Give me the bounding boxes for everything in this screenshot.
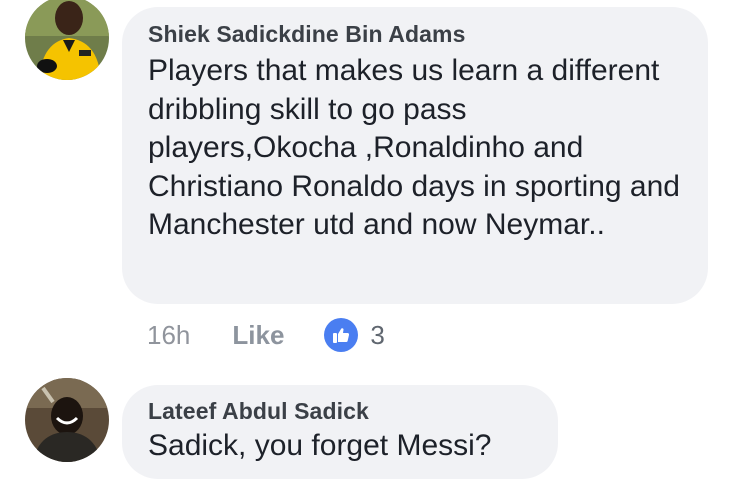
comment-author[interactable]: Lateef Abdul Sadick: [148, 397, 532, 425]
avatar[interactable]: [25, 378, 109, 462]
avatar[interactable]: [25, 0, 109, 80]
comment-author[interactable]: Shiek Sadickdine Bin Adams: [148, 20, 682, 48]
comment-bubble: Lateef Abdul Sadick Sadick, you forget M…: [122, 385, 558, 479]
reaction-summary[interactable]: 3: [324, 318, 385, 352]
avatar-image: [25, 0, 109, 80]
avatar-image: [25, 378, 109, 462]
comment-text: Players that makes us learn a different …: [148, 54, 680, 242]
thumbs-up-icon: [324, 318, 359, 352]
comment-timestamp[interactable]: 16h: [147, 320, 190, 351]
comment-actions: 16h Like 3: [147, 317, 385, 353]
comment-text: Sadick, you forget Messi?: [148, 429, 492, 462]
reaction-count: 3: [370, 319, 385, 350]
like-button[interactable]: Like: [232, 320, 284, 351]
comment-bubble: Shiek Sadickdine Bin Adams Players that …: [122, 7, 708, 304]
